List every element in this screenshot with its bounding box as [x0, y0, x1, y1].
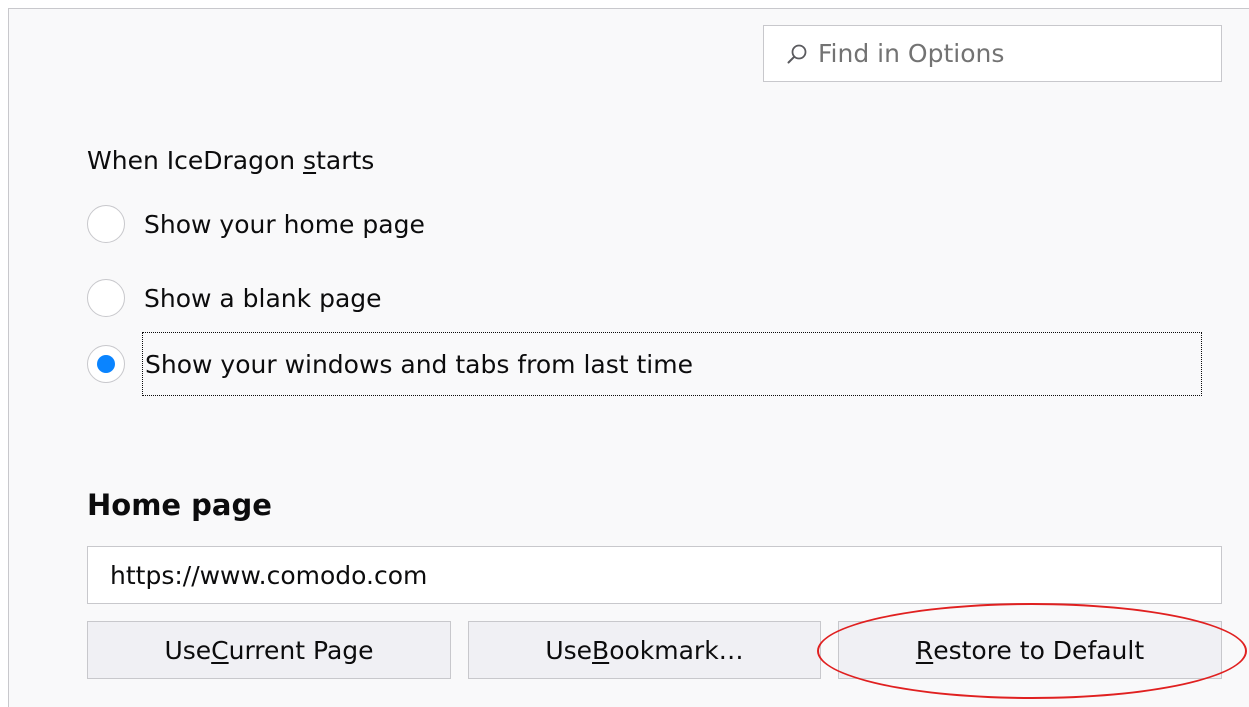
radio-label: Show a blank page: [144, 283, 382, 313]
radio-label: Show your windows and tabs from last tim…: [142, 332, 1202, 396]
radio-selected-dot: [97, 355, 115, 373]
radio-button[interactable]: [87, 279, 125, 317]
restore-to-default-button[interactable]: Restore to Default: [838, 621, 1222, 679]
search-box[interactable]: [763, 25, 1222, 82]
options-panel: When IceDragon starts Show your home pag…: [8, 8, 1249, 707]
radio-restore-session[interactable]: Show your windows and tabs from last tim…: [87, 332, 1202, 396]
search-icon: [786, 43, 808, 65]
radio-show-home-page[interactable]: Show your home page: [87, 205, 425, 243]
use-current-page-button[interactable]: Use Current Page: [87, 621, 451, 679]
radio-show-blank-page[interactable]: Show a blank page: [87, 279, 382, 317]
home-page-heading: Home page: [87, 488, 272, 522]
radio-button-selected[interactable]: [87, 345, 125, 383]
use-bookmark-button[interactable]: Use Bookmark…: [468, 621, 821, 679]
startup-label: When IceDragon starts: [87, 146, 375, 175]
radio-button[interactable]: [87, 205, 125, 243]
radio-label: Show your home page: [144, 209, 425, 239]
search-input[interactable]: [818, 39, 1198, 68]
home-page-url-input[interactable]: [87, 546, 1222, 604]
